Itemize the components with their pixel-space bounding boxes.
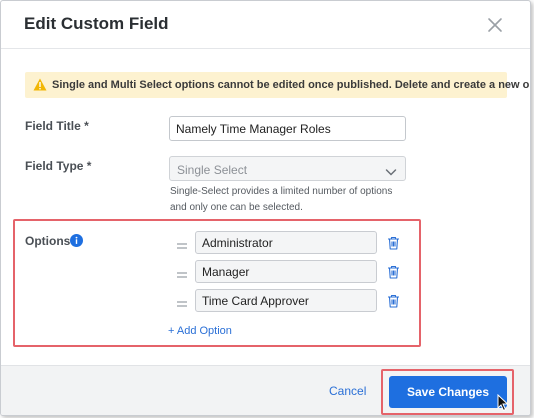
options-label: Options (25, 234, 71, 248)
close-icon[interactable] (484, 14, 506, 36)
trash-icon[interactable] (387, 294, 400, 308)
warning-banner: Single and Multi Select options cannot b… (25, 72, 530, 98)
option-input-1[interactable] (195, 231, 377, 254)
info-icon[interactable] (70, 234, 83, 247)
warning-icon (33, 78, 47, 91)
field-type-select[interactable]: Single Select (169, 156, 406, 181)
drag-handle-icon[interactable] (176, 238, 188, 249)
chevron-down-icon (385, 164, 397, 176)
field-title-label: Field Title * (25, 119, 89, 133)
drag-handle-icon[interactable] (176, 296, 188, 307)
edit-custom-field-modal: Edit Custom Field Single and Multi Selec… (0, 0, 531, 416)
mouse-cursor-icon (497, 393, 509, 412)
help-line-2: and only one can be selected. (170, 202, 303, 213)
modal-title: Edit Custom Field (24, 14, 169, 33)
trash-icon[interactable] (387, 236, 400, 250)
help-line-1: Single-Select provides a limited number … (170, 186, 393, 197)
modal-header: Edit Custom Field (1, 1, 530, 49)
option-input-3[interactable] (195, 289, 377, 312)
modal-footer: Cancel Save Changes (1, 365, 530, 415)
option-input-2[interactable] (195, 260, 377, 283)
add-option-link[interactable]: + Add Option (168, 325, 232, 337)
field-type-value: Single Select (177, 163, 248, 177)
cancel-button[interactable]: Cancel (329, 384, 366, 398)
trash-icon[interactable] (387, 265, 400, 279)
field-type-label: Field Type * (25, 159, 92, 173)
field-title-input[interactable] (169, 116, 406, 141)
drag-handle-icon[interactable] (176, 267, 188, 278)
save-changes-button[interactable]: Save Changes (389, 376, 507, 408)
warning-text: Single and Multi Select options cannot b… (52, 79, 531, 91)
field-type-help: Single-Select provides a limited number … (170, 184, 410, 216)
